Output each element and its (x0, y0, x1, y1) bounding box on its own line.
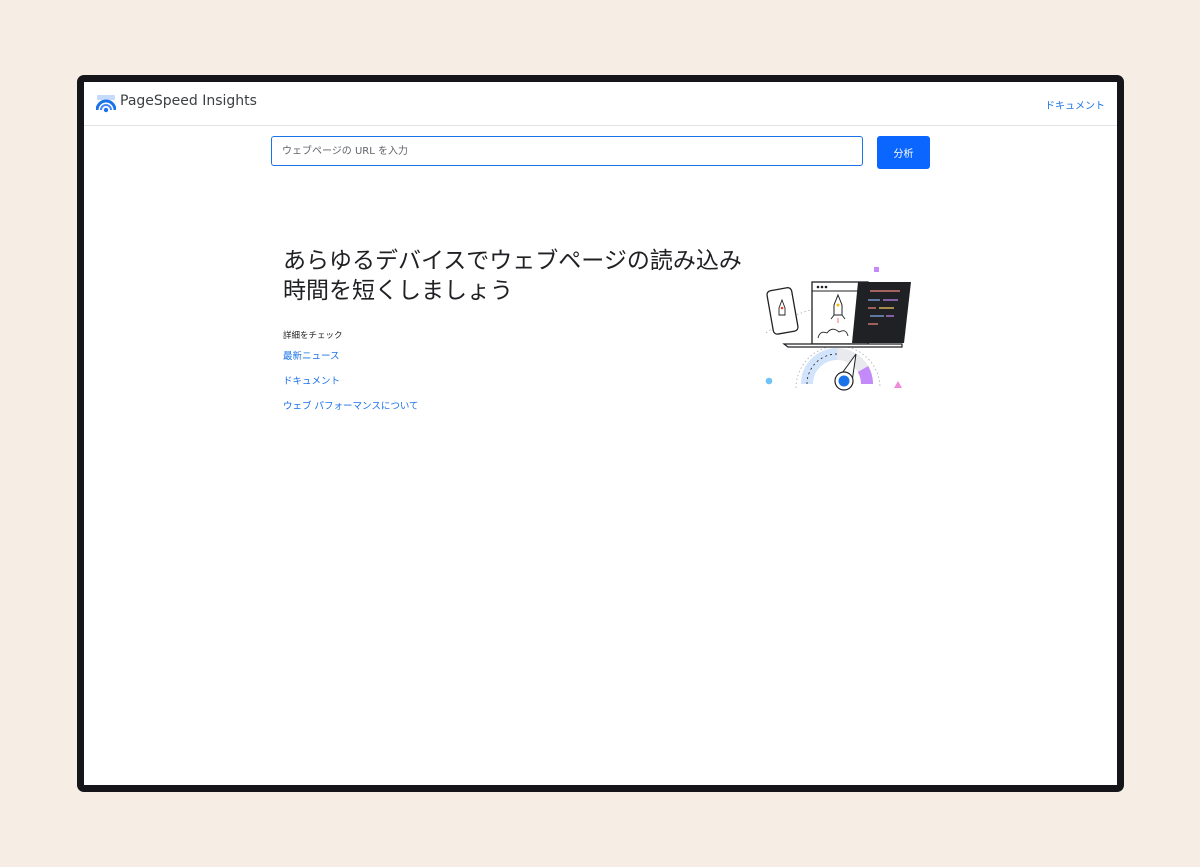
documentation-link[interactable]: ドキュメント (283, 373, 340, 387)
docs-link[interactable]: ドキュメント (1045, 97, 1105, 112)
device-frame: PageSpeed Insights ドキュメント 分析 あらゆるデバイスでウェ… (77, 75, 1124, 792)
web-performance-link[interactable]: ウェブ パフォーマンスについて (283, 398, 419, 412)
devices-rocket-gauge-illustration (765, 267, 911, 391)
browser-screen: PageSpeed Insights ドキュメント 分析 あらゆるデバイスでウェ… (84, 82, 1117, 785)
top-bar: PageSpeed Insights ドキュメント (84, 82, 1117, 126)
app-title[interactable]: PageSpeed Insights (120, 93, 257, 109)
analyze-button[interactable]: 分析 (877, 136, 930, 169)
page-headline: あらゆるデバイスでウェブページの読み込み時間を短くしましょう (283, 248, 742, 304)
url-input[interactable] (271, 136, 863, 166)
learn-more-title: 詳細をチェック (283, 331, 343, 341)
news-link[interactable]: 最新ニュース (283, 348, 340, 362)
pagespeed-logo-icon[interactable] (96, 95, 116, 113)
